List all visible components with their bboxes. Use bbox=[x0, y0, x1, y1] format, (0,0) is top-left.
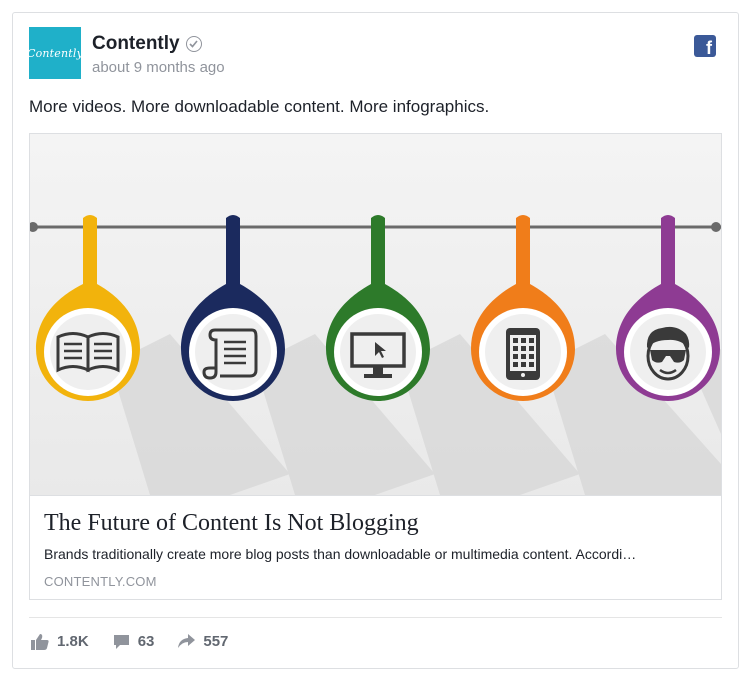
stats-divider bbox=[29, 617, 722, 618]
link-title[interactable]: The Future of Content Is Not Blogging bbox=[44, 510, 419, 537]
share-icon bbox=[178, 634, 196, 649]
link-description: Brands traditionally create more blog po… bbox=[44, 546, 637, 562]
verified-check-icon bbox=[185, 36, 202, 52]
link-preview[interactable]: The Future of Content Is Not Blogging Br… bbox=[29, 133, 722, 600]
comments-stat[interactable]: 63 bbox=[113, 633, 155, 650]
tablet-icon bbox=[506, 328, 540, 380]
facebook-icon: f bbox=[694, 35, 716, 57]
shares-count: 557 bbox=[203, 633, 229, 650]
page-name-text[interactable]: Contently bbox=[92, 33, 180, 55]
comments-count: 63 bbox=[137, 633, 155, 650]
shares-stat[interactable]: 557 bbox=[178, 633, 228, 650]
link-domain: CONTENTLY.COM bbox=[44, 574, 157, 589]
like-icon bbox=[31, 633, 49, 650]
likes-count: 1.8K bbox=[57, 633, 89, 650]
engagement-stats: 1.8K 63 557 bbox=[31, 633, 228, 650]
comment-icon bbox=[113, 634, 130, 650]
likes-stat[interactable]: 1.8K bbox=[31, 633, 89, 650]
post-card: Contently Contently about 9 months ago f… bbox=[12, 12, 739, 669]
post-timestamp[interactable]: about 9 months ago bbox=[92, 59, 225, 76]
page-name[interactable]: Contently bbox=[92, 33, 202, 55]
link-details[interactable]: The Future of Content Is Not Blogging Br… bbox=[30, 495, 721, 599]
post-header: Contently Contently about 9 months ago f bbox=[27, 27, 722, 83]
link-image[interactable] bbox=[30, 134, 721, 495]
page-logo[interactable]: Contently bbox=[27, 27, 83, 79]
post-message: More videos. More downloadable content. … bbox=[29, 97, 490, 116]
